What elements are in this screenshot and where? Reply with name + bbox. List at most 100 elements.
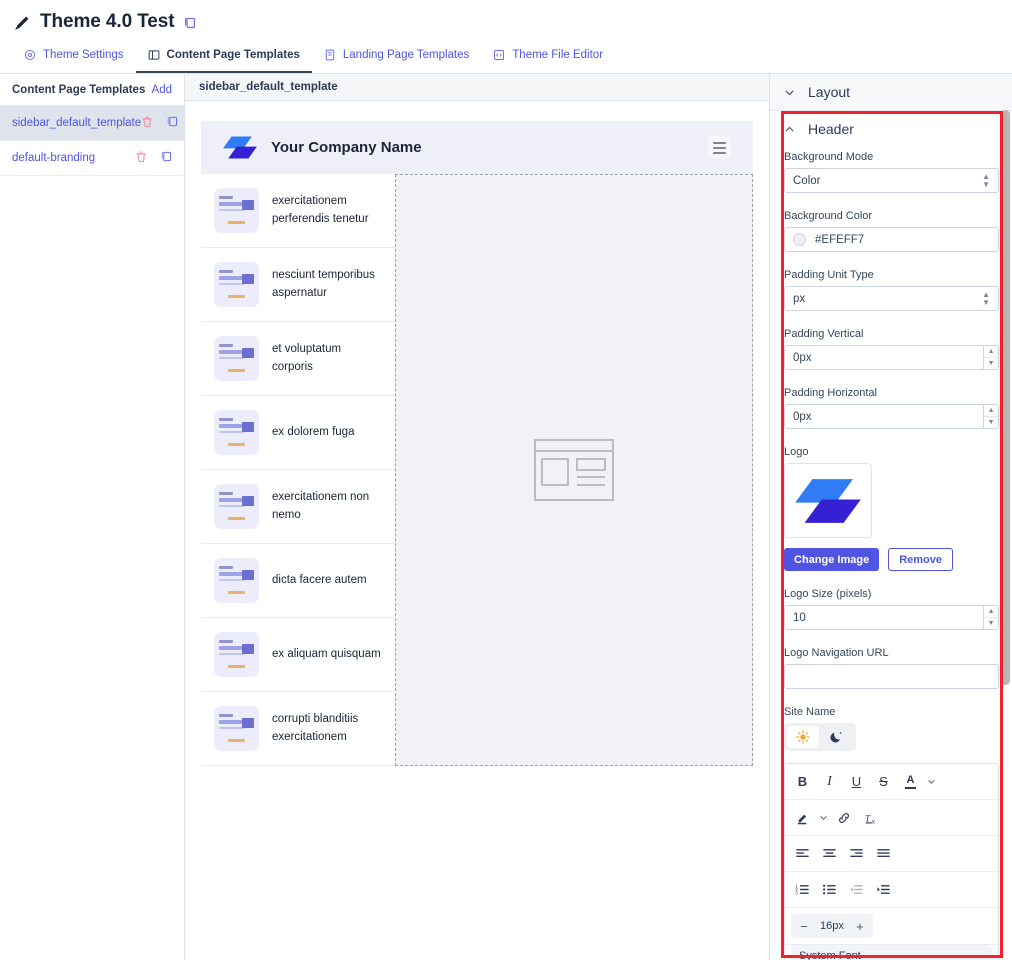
stepper-up-icon[interactable]: ▲: [984, 405, 998, 417]
strikethrough-icon[interactable]: S: [870, 770, 897, 793]
chevron-down-icon[interactable]: [816, 806, 830, 829]
add-template-button[interactable]: Add: [152, 84, 172, 96]
template-list-item[interactable]: default-branding: [0, 141, 184, 176]
rich-text-editor: B I U S A T x 1 2 3 − 16px + System Font: [784, 763, 999, 960]
underline-icon[interactable]: U: [843, 770, 870, 793]
list-item[interactable]: ex aliquam quisquam: [201, 618, 395, 692]
section-label: Layout: [808, 84, 851, 100]
list-item[interactable]: corrupti blanditiis exercitationem: [201, 692, 395, 766]
align-right-icon[interactable]: [843, 842, 870, 865]
page-layout-placeholder-icon: [534, 439, 614, 501]
light-mode-button[interactable]: [787, 726, 819, 748]
list-item[interactable]: exercitationem perferendis tenetur: [201, 174, 395, 248]
field-logo: Logo Change Image Remove: [784, 446, 999, 571]
stepper-buttons[interactable]: ▲ ▼: [983, 404, 999, 429]
trash-icon[interactable]: [135, 150, 147, 166]
chevron-down-icon: [785, 89, 794, 95]
tab-content-page-templates[interactable]: Content Page Templates: [135, 44, 312, 73]
site-header: Your Company Name: [201, 121, 753, 174]
stepper-buttons[interactable]: ▲ ▼: [983, 605, 999, 630]
highlight-color-icon[interactable]: [789, 806, 816, 829]
remove-logo-button[interactable]: Remove: [888, 548, 953, 571]
list-item[interactable]: exercitationem non nemo: [201, 470, 395, 544]
select-arrows-icon: ▲ ▼: [982, 289, 990, 307]
outdent-icon[interactable]: [843, 878, 870, 901]
trash-icon[interactable]: [141, 115, 153, 131]
field-label: Background Color: [784, 210, 873, 222]
list-item[interactable]: ex dolorem fuga: [201, 396, 395, 470]
stepper-up-icon[interactable]: ▲: [984, 606, 998, 618]
stepper-up-icon[interactable]: ▲: [984, 346, 998, 358]
font-size-increase-button[interactable]: +: [847, 919, 873, 934]
tab-theme-settings[interactable]: Theme Settings: [12, 44, 136, 73]
list-item[interactable]: nesciunt temporibus aspernatur: [201, 248, 395, 322]
template-list-header: Content Page Templates Add: [0, 74, 184, 106]
layout-sidebar-icon: [148, 49, 159, 60]
field-label: Padding Vertical: [784, 328, 864, 340]
copy-icon[interactable]: [183, 16, 196, 29]
logo-size-stepper: 10 ▲ ▼: [784, 605, 999, 630]
padding-unit-type-select[interactable]: px ▲ ▼: [784, 286, 999, 311]
color-swatch[interactable]: [793, 233, 806, 246]
list-item-label: et voluptatum corporis: [272, 342, 342, 373]
chevron-down-icon[interactable]: [924, 770, 938, 793]
company-logo: [795, 478, 861, 523]
document-icon: [325, 49, 335, 60]
padding-horizontal-input[interactable]: 0px: [784, 404, 984, 429]
stepper-buttons[interactable]: ▲ ▼: [983, 345, 999, 370]
background-color-input[interactable]: #EFEFF7: [784, 227, 999, 252]
tab-landing-page-templates[interactable]: Landing Page Templates: [312, 44, 481, 73]
tab-theme-file-editor[interactable]: Theme File Editor: [481, 44, 615, 73]
list-item[interactable]: et voluptatum corporis: [201, 322, 395, 396]
link-icon[interactable]: [830, 806, 857, 829]
thumbnail-image: [214, 336, 259, 381]
logo-size-input[interactable]: 10: [784, 605, 984, 630]
change-image-button[interactable]: Change Image: [784, 548, 880, 571]
settings-gear-icon: [25, 49, 35, 60]
list-item-label: exercitationem non nemo: [272, 490, 370, 521]
align-justify-icon[interactable]: [870, 842, 897, 865]
settings-scrollbar-thumb[interactable]: [1001, 110, 1010, 685]
dark-mode-button[interactable]: [821, 726, 853, 748]
pencil-icon[interactable]: [14, 14, 31, 31]
editor-font-size-row: − 16px +: [785, 908, 998, 945]
bold-icon[interactable]: B: [789, 770, 816, 793]
svg-text:x: x: [871, 818, 874, 825]
logo-nav-url-input[interactable]: [784, 664, 999, 689]
field-background-color: Background Color #EFEFF7: [784, 210, 999, 252]
padding-vertical-input[interactable]: 0px: [784, 345, 984, 370]
stepper-down-icon[interactable]: ▼: [984, 358, 998, 369]
font-size-decrease-button[interactable]: −: [791, 919, 817, 934]
align-center-icon[interactable]: [816, 842, 843, 865]
template-list-item[interactable]: sidebar_default_template: [0, 106, 184, 141]
list-item[interactable]: dicta facere autem: [201, 544, 395, 618]
template-actions: [141, 115, 178, 131]
font-family-select[interactable]: System Font: [791, 945, 992, 960]
select-arrows-icon: ▲ ▼: [982, 171, 990, 189]
clear-formatting-icon[interactable]: T x: [857, 806, 884, 829]
align-left-icon[interactable]: [789, 842, 816, 865]
section-header-header[interactable]: Header: [770, 111, 1012, 147]
text-color-icon[interactable]: A: [897, 770, 924, 793]
bullet-list-icon[interactable]: [816, 878, 843, 901]
section-header-layout[interactable]: Layout: [770, 74, 1012, 111]
field-label: Padding Horizontal: [784, 387, 877, 399]
list-item-label: nesciunt temporibus aspernatur: [272, 268, 375, 299]
header-settings-body: Background Mode Color ▲ ▼ Background Colo…: [770, 147, 1012, 960]
hamburger-menu-icon[interactable]: [708, 136, 731, 159]
settings-scrollbar-track[interactable]: [1001, 74, 1010, 960]
select-value: px: [793, 292, 806, 305]
indent-icon[interactable]: [870, 878, 897, 901]
copy-icon[interactable]: [160, 150, 172, 166]
editor-toolbar-row-4: 1 2 3: [785, 872, 998, 908]
background-mode-select[interactable]: Color ▲ ▼: [784, 168, 999, 193]
thumbnail-image: [214, 262, 259, 307]
field-site-name: Site Name B I U S A T x 1 2 3 − 16px + S…: [784, 706, 999, 960]
moon-icon: [830, 732, 842, 743]
stepper-down-icon[interactable]: ▼: [984, 618, 998, 629]
copy-icon[interactable]: [166, 115, 178, 131]
theme-mode-toggle: [784, 723, 856, 751]
stepper-down-icon[interactable]: ▼: [984, 417, 998, 428]
italic-icon[interactable]: I: [816, 770, 843, 793]
ordered-list-icon[interactable]: 1 2 3: [789, 878, 816, 901]
